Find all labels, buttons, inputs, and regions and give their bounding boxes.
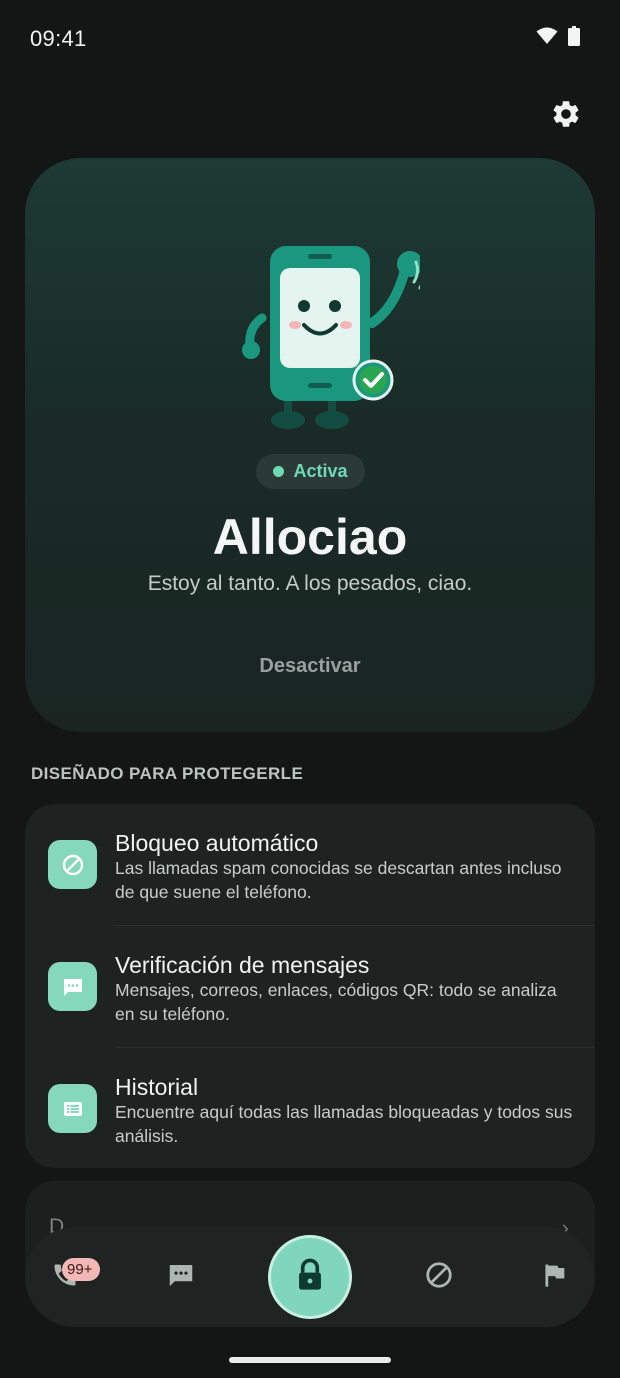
phone-mascot-illustration [240,228,427,438]
block-icon [424,1260,454,1295]
feature-item-message-check[interactable]: Verificación de mensajes Mensajes, corre… [25,926,595,1047]
feature-description: Encuentre aquí todas las llamadas bloque… [115,1102,573,1146]
status-bar: 09:41 [0,0,620,76]
home-indicator[interactable] [229,1357,391,1363]
features-card: Bloqueo automático Las llamadas spam con… [25,804,595,1168]
message-icon [48,962,97,1011]
deactivate-button[interactable]: Desactivar [225,646,395,686]
nav-reports[interactable] [535,1257,575,1297]
calls-badge: 99+ [62,1258,100,1281]
flag-icon [541,1261,569,1294]
feature-description: Las llamadas spam conocidas se descartan… [115,858,562,902]
protection-status-card: Activa Allociao Estoy al tanto. A los pe… [25,158,595,732]
nav-protection-home[interactable] [268,1235,352,1319]
lock-icon [295,1258,325,1297]
wifi-icon [536,27,558,50]
settings-button[interactable] [546,96,586,136]
status-icons [536,26,580,51]
nav-blocked[interactable] [419,1257,459,1297]
feature-item-auto-block[interactable]: Bloqueo automático Las llamadas spam con… [25,804,595,925]
section-header: DISEÑADO PARA PROTEGERLE [31,764,304,783]
gear-icon [550,98,582,135]
bottom-navigation: 99+ [25,1227,595,1327]
app-subtitle: Estoy al tanto. A los pesados, ciao. [147,572,473,595]
feature-description: Mensajes, correos, enlaces, códigos QR: … [115,980,557,1024]
nav-messages[interactable] [161,1257,201,1297]
feature-item-history[interactable]: Historial Encuentre aquí todas las llama… [25,1048,595,1168]
status-dot-icon [273,466,285,477]
list-icon [48,1084,97,1133]
feature-title: Verificación de mensajes [115,952,370,978]
message-icon [166,1260,196,1295]
status-badge-label: Activa [293,461,348,481]
battery-icon [568,26,580,51]
status-badge: Activa [256,454,365,489]
feature-title: Bloqueo automático [115,830,319,856]
block-icon [48,840,97,889]
app-title: Allociao [212,509,408,565]
screen: 09:41 Activa Allociao Estoy al tanto. A … [0,0,620,1378]
status-time: 09:41 [30,26,87,51]
feature-title: Historial [115,1074,199,1100]
